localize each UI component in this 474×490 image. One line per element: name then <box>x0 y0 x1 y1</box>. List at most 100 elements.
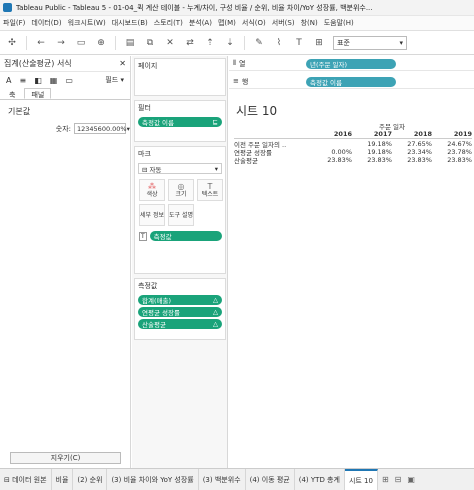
alignment-format-icon[interactable]: ≡ <box>19 76 26 85</box>
shading-format-icon[interactable]: ◧ <box>34 76 42 85</box>
filters-label: 필터 <box>138 104 151 112</box>
duplicate-icon[interactable]: ⧉ <box>144 37 156 49</box>
highlight-icon[interactable]: ✎ <box>253 37 265 49</box>
fields-dropdown[interactable]: 필드 ▾ <box>105 75 124 85</box>
rows-pill-label: 측정값 이름 <box>310 78 342 87</box>
cell-value: 19.18% <box>367 148 392 156</box>
toolbar-divider <box>244 35 245 50</box>
marks-pill-row: T 측정값 <box>135 229 225 243</box>
menu-dashboard[interactable]: 대시보드(B) <box>112 18 148 28</box>
pin-icon[interactable]: ⊞ <box>313 37 325 49</box>
columns-shelf-label: ⫴ 열 <box>229 59 303 69</box>
lines-format-icon[interactable]: ▭ <box>65 76 73 85</box>
text-mark-icon: T <box>139 231 147 241</box>
cell-value: 27.65% <box>407 140 432 148</box>
menu-map[interactable]: 맵(M) <box>218 18 236 28</box>
columns-icon: ⫴ <box>233 58 236 67</box>
sort-asc-icon[interactable]: ⇡ <box>204 37 216 49</box>
clear-sheet-icon[interactable]: ✕ <box>164 37 176 49</box>
menu-bar: 파일(F) 데이터(D) 워크시트(W) 대시보드(B) 스토리(T) 분석(A… <box>0 16 474 31</box>
clear-button[interactable]: 지우기(C) <box>10 452 121 464</box>
sheet-tab[interactable]: (4) 이동 평균 <box>246 469 295 490</box>
menu-window[interactable]: 창(N) <box>301 18 318 28</box>
chevron-down-icon: ▾ <box>214 164 218 173</box>
labels-icon[interactable]: T <box>293 37 305 49</box>
sheet-tab[interactable]: (4) YTD 총계 <box>295 469 345 490</box>
rows-shelf[interactable]: ≡ 행 측정값 이름 <box>229 75 474 89</box>
text-label: 텍스트 <box>201 191 219 198</box>
marks-type-dropdown[interactable]: ⊟ 자동 ▾ <box>138 163 222 174</box>
measure-pill-label: 연평균 성장률 <box>142 309 180 317</box>
toolbar-divider <box>115 35 116 50</box>
filter-pill-measure-names[interactable]: 측정값 이름 ⊑ <box>138 117 222 127</box>
rows-pill-measure-names[interactable]: 측정값 이름 <box>306 76 396 87</box>
undo-icon[interactable]: ← <box>35 37 47 49</box>
font-format-icon[interactable]: A <box>6 76 11 85</box>
sort-desc-icon[interactable]: ⇣ <box>224 37 236 49</box>
menu-worksheet[interactable]: 워크시트(W) <box>68 18 106 28</box>
marks-type-text: 자동 <box>149 165 162 174</box>
marks-card: 마크 ⊟ 자동 ▾ ⁂ 색상 ◎ 크기 T 텍스트 세부 정보 도구 설명 T … <box>134 146 226 274</box>
cell-value: 24.67% <box>447 140 472 148</box>
column-header-field: 주문 일자 <box>234 122 472 131</box>
close-icon[interactable]: ✕ <box>119 59 126 68</box>
window-title: Tableau Public - Tableau 5 - 01-04_퀵 계산 … <box>16 3 373 12</box>
menu-help[interactable]: 도움말(H) <box>324 18 354 28</box>
group-icon[interactable]: ⌇ <box>273 37 285 49</box>
new-story-icon[interactable]: ▣ <box>407 475 415 484</box>
marks-buttons: ⁂ 색상 ◎ 크기 T 텍스트 세부 정보 도구 설명 <box>135 176 225 229</box>
menu-data[interactable]: 데이터(D) <box>31 18 61 28</box>
tableau-icon[interactable]: ✣ <box>6 37 18 49</box>
marks-type-value: ⊟ 자동 <box>142 165 162 174</box>
table-row[interactable]: 산술평균 23.83% 23.83% 23.83% 23.83% <box>234 156 472 165</box>
measure-pill-label: 합계(매출) <box>142 297 171 305</box>
measure-pill-cagr[interactable]: 연평균 성장률 △ <box>138 307 222 317</box>
filters-card[interactable]: 필터 측정값 이름 ⊑ <box>134 100 226 142</box>
redo-icon[interactable]: → <box>55 37 67 49</box>
number-format-dropdown[interactable]: 12345600.00% ▾ <box>74 123 130 134</box>
sheet-tab-active[interactable]: 시트 10 <box>344 469 378 490</box>
new-worksheet-icon[interactable]: ⊞ <box>382 475 389 484</box>
marks-pill-measure-values[interactable]: 측정값 <box>149 231 222 241</box>
sheet-tab[interactable]: (2) 순위 <box>73 469 108 490</box>
year-header[interactable]: 2019 <box>432 130 472 138</box>
columns-pill-year[interactable]: 년(주문 일자) <box>306 58 396 69</box>
text-button[interactable]: T 텍스트 <box>197 179 223 201</box>
year-header[interactable]: 2016 <box>312 130 352 138</box>
chevron-down-icon: ▾ <box>126 124 130 133</box>
new-dashboard-icon[interactable]: ⊟ <box>395 475 402 484</box>
sheet-tab[interactable]: (3) 비율 차이와 YoY 성장률 <box>107 469 199 490</box>
size-button[interactable]: ◎ 크기 <box>168 179 194 201</box>
menu-server[interactable]: 서버(S) <box>272 18 295 28</box>
title-bar: Tableau Public - Tableau 5 - 01-04_퀵 계산 … <box>0 0 474 16</box>
menu-file[interactable]: 파일(F) <box>3 18 25 28</box>
pages-card[interactable]: 페이지 <box>134 58 226 96</box>
tab-axis[interactable]: 축 <box>2 88 22 99</box>
columns-shelf[interactable]: ⫴ 열 년(주문 일자) <box>229 57 474 71</box>
cell-value: 23.34% <box>407 148 432 156</box>
tab-pane[interactable]: 패널 <box>24 88 52 99</box>
measure-pill-sales[interactable]: 합계(매출) △ <box>138 295 222 305</box>
swap-icon[interactable]: ⇄ <box>184 37 196 49</box>
year-header[interactable]: 2018 <box>392 130 432 138</box>
new-worksheet-icon[interactable]: ▤ <box>124 37 136 49</box>
number-label: 숫자: <box>55 124 71 133</box>
datasource-label: 데이터 원본 <box>12 475 47 484</box>
new-datasource-icon[interactable]: ⊕ <box>95 37 107 49</box>
save-icon[interactable]: ▭ <box>75 37 87 49</box>
tableau-logo-icon <box>3 3 12 12</box>
tab-data-source[interactable]: ⊟ 데이터 원본 <box>0 469 52 490</box>
sheet-tab[interactable]: (3) 백분위수 <box>199 469 246 490</box>
pages-label: 페이지 <box>138 62 158 70</box>
borders-format-icon[interactable]: ▦ <box>50 76 58 85</box>
tooltip-button[interactable]: 도구 설명 <box>168 204 194 226</box>
year-header[interactable]: 2017 <box>352 130 392 138</box>
sheet-tab[interactable]: 비율 <box>52 469 74 490</box>
menu-format[interactable]: 서식(O) <box>242 18 266 28</box>
menu-analysis[interactable]: 분석(A) <box>189 18 212 28</box>
detail-button[interactable]: 세부 정보 <box>139 204 165 226</box>
menu-story[interactable]: 스토리(T) <box>154 18 183 28</box>
measure-pill-average[interactable]: 산술평균 △ <box>138 319 222 329</box>
fit-dropdown[interactable]: 표준 ▾ <box>333 35 407 50</box>
color-button[interactable]: ⁂ 색상 <box>139 179 165 201</box>
